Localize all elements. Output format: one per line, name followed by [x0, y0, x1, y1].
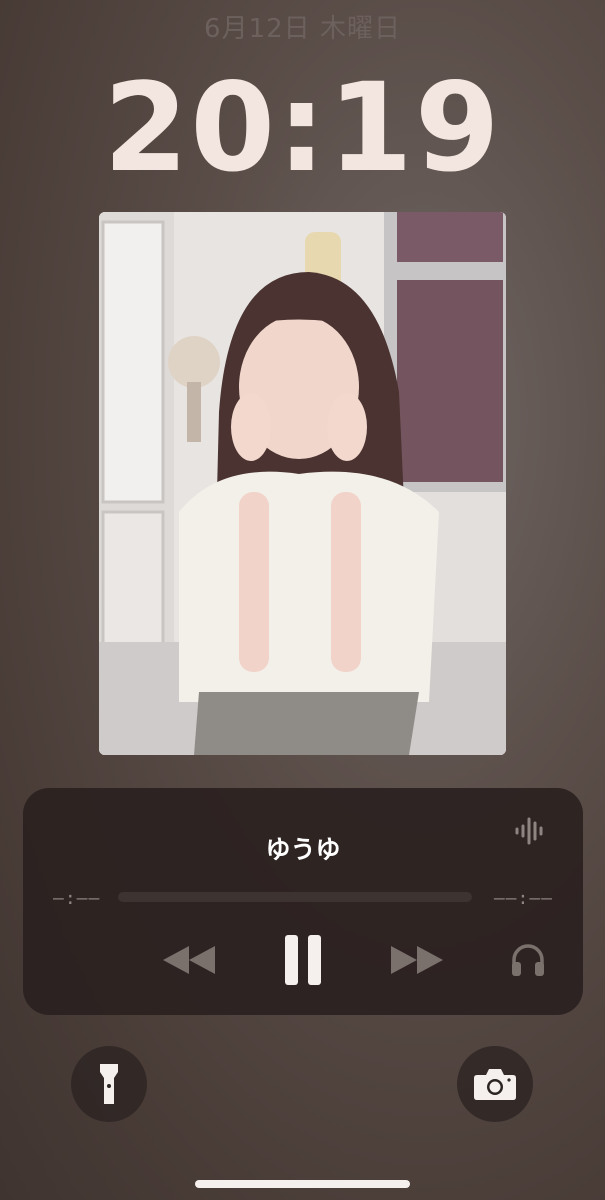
home-indicator[interactable] — [195, 1180, 410, 1188]
audio-output-button[interactable] — [507, 934, 549, 986]
camera-icon — [474, 1069, 516, 1100]
date-label: 6月12日 木曜日 — [204, 14, 401, 44]
flashlight-button[interactable] — [71, 1046, 147, 1122]
pause-button[interactable] — [279, 934, 327, 986]
rewind-button[interactable] — [161, 934, 217, 986]
time-elapsed: –:–– — [53, 888, 101, 909]
camera-button[interactable] — [457, 1046, 533, 1122]
rewind-icon — [163, 946, 215, 974]
time-remaining: ––:–– — [493, 888, 553, 909]
flashlight-icon — [100, 1064, 118, 1104]
waveform-icon[interactable] — [514, 816, 546, 846]
headphones-icon — [512, 944, 544, 976]
track-title: ゆうゆ — [265, 835, 341, 864]
fast-forward-button[interactable] — [389, 934, 445, 986]
now-playing-widget[interactable]: ゆうゆ –:–– ––:–– — [23, 788, 583, 1015]
album-artwork — [99, 212, 506, 755]
clock: 20:19 — [103, 57, 502, 199]
pause-icon — [285, 935, 321, 985]
progress-bar[interactable] — [118, 892, 472, 902]
fast-forward-icon — [391, 946, 443, 974]
